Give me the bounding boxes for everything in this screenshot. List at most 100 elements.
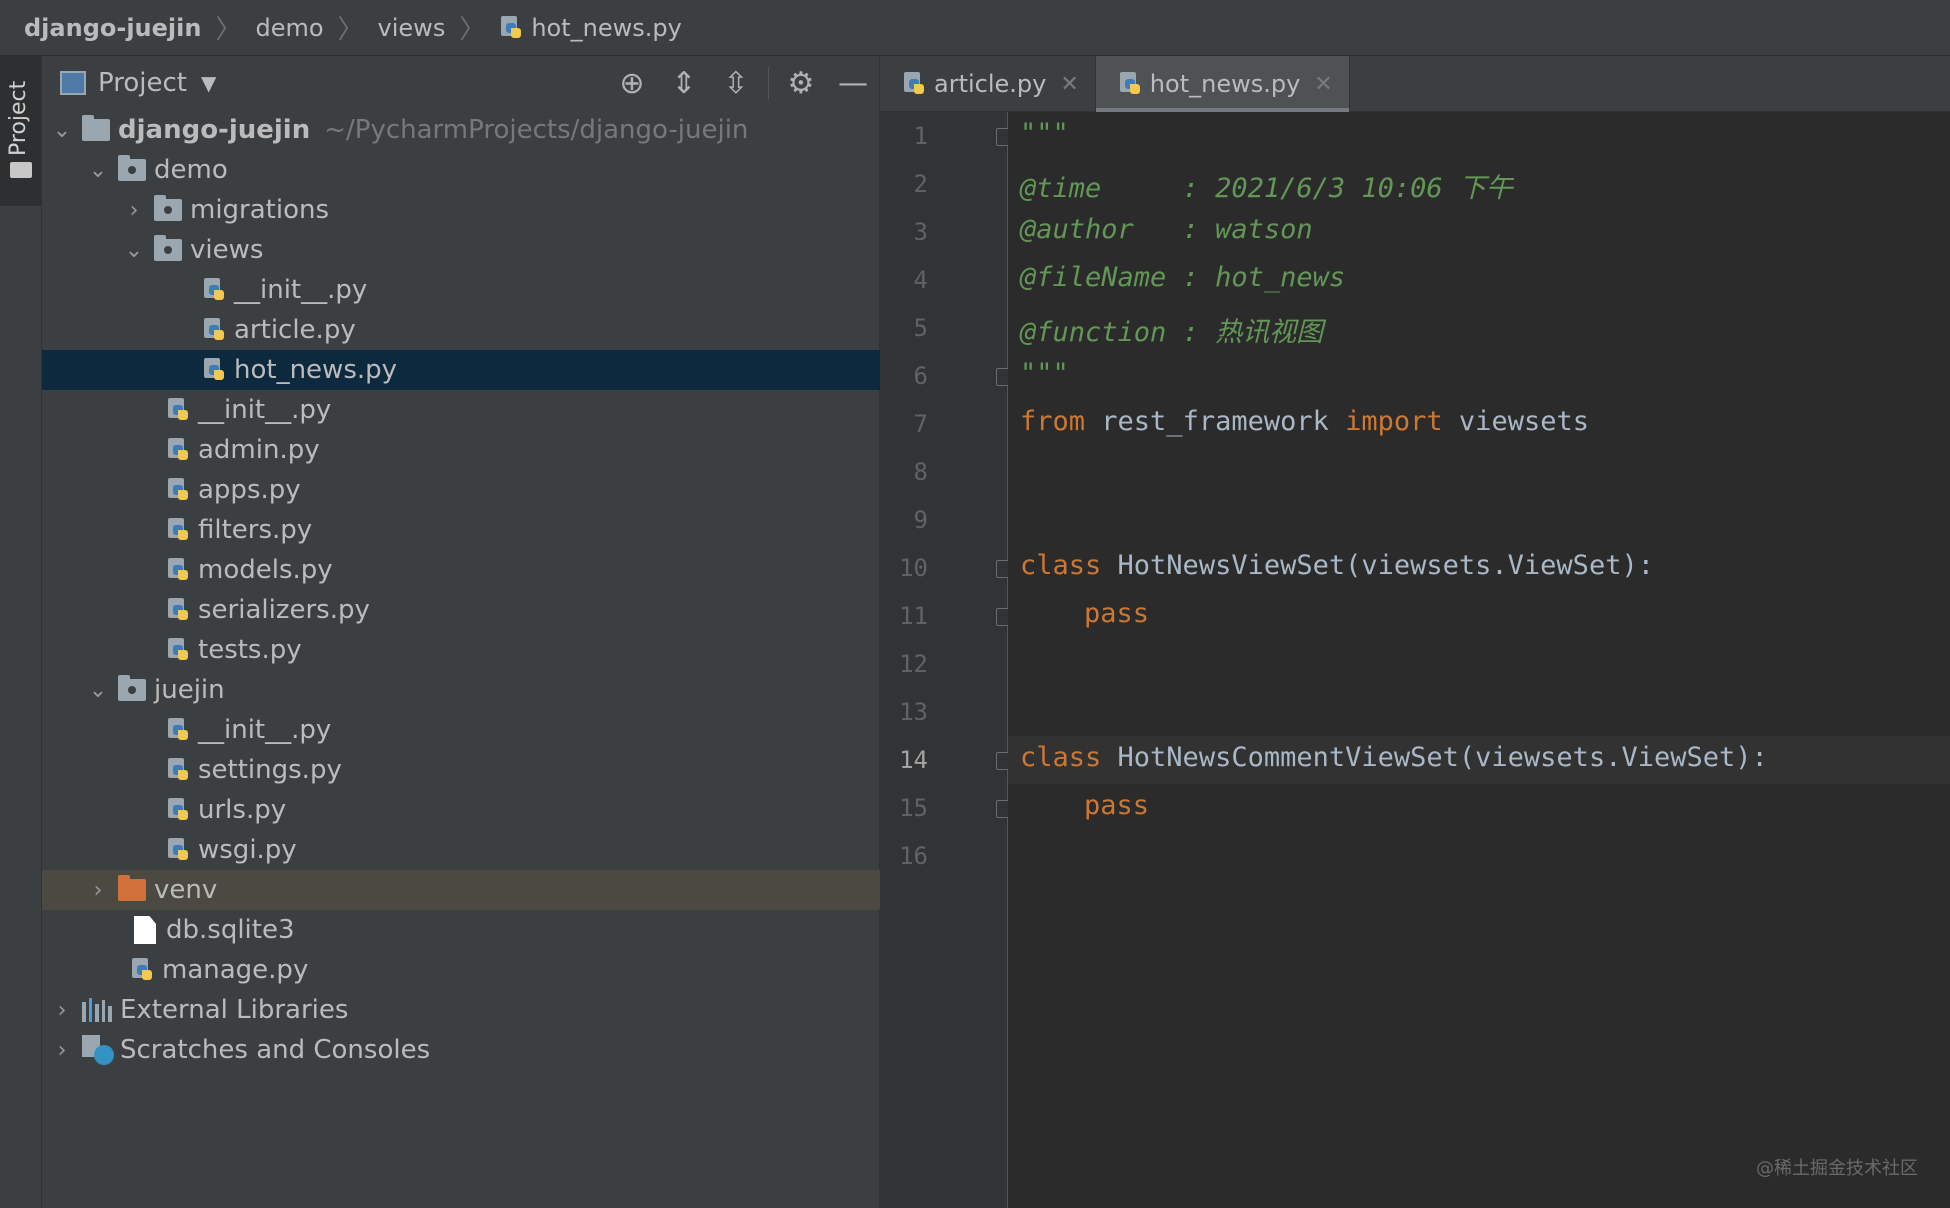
- collapse-all-icon[interactable]: ⇳: [710, 56, 762, 110]
- code-line-14: class HotNewsCommentViewSet(viewsets.Vie…: [1020, 742, 1768, 773]
- tree-item-tests[interactable]: tests.py: [42, 630, 880, 670]
- chevron-down-icon[interactable]: ⌄: [122, 238, 146, 263]
- python-file-icon: [202, 277, 226, 303]
- project-view-selector[interactable]: Project: [98, 68, 187, 98]
- tree-item-external-libraries[interactable]: › External Libraries: [42, 990, 880, 1030]
- package-folder-icon: [154, 235, 182, 261]
- file-icon: [134, 916, 156, 944]
- keyword-class: class: [1020, 550, 1102, 581]
- tree-item-filters[interactable]: filters.py: [42, 510, 880, 550]
- line-number: 12: [899, 650, 928, 678]
- chevron-right-icon[interactable]: ›: [86, 878, 110, 903]
- tree-item-hot-news[interactable]: hot_news.py: [42, 350, 880, 390]
- gear-icon[interactable]: ⚙: [775, 56, 827, 110]
- tree-item-article[interactable]: article.py: [42, 310, 880, 350]
- project-tool-window-button[interactable]: Project: [0, 56, 41, 206]
- minimize-icon[interactable]: —: [827, 56, 879, 110]
- breadcrumb-demo[interactable]: demo: [255, 14, 323, 42]
- chevron-down-icon[interactable]: ⌄: [86, 678, 110, 703]
- code-editor[interactable]: """ @time : 2021/6/3 10:06 下午 @author : …: [1008, 112, 1950, 1208]
- tree-item-label: article.py: [234, 315, 356, 345]
- tree-item-juejin-init[interactable]: __init__.py: [42, 710, 880, 750]
- tree-item-demo[interactable]: ⌄ demo: [42, 150, 880, 190]
- breadcrumb-file[interactable]: hot_news.py: [499, 14, 682, 42]
- chevron-right-icon[interactable]: ›: [50, 998, 74, 1023]
- line-number: 6: [913, 362, 928, 390]
- tree-item-migrations[interactable]: › migrations: [42, 190, 880, 230]
- locate-icon[interactable]: ⊕: [606, 56, 658, 110]
- tree-item-label: hot_news.py: [234, 355, 398, 385]
- line-number: 8: [913, 458, 928, 486]
- tree-item-settings[interactable]: settings.py: [42, 750, 880, 790]
- tree-item-serializers[interactable]: serializers.py: [42, 590, 880, 630]
- chevron-down-icon[interactable]: ⌄: [86, 158, 110, 183]
- line-number: 9: [913, 506, 928, 534]
- tree-item-urls[interactable]: urls.py: [42, 790, 880, 830]
- tree-item-label: urls.py: [198, 795, 287, 825]
- chevron-right-icon[interactable]: ›: [50, 1038, 74, 1063]
- tree-item-models[interactable]: models.py: [42, 550, 880, 590]
- close-icon[interactable]: ✕: [1060, 72, 1078, 97]
- python-file-icon: [166, 557, 190, 583]
- tree-item-db[interactable]: db.sqlite3: [42, 910, 880, 950]
- folder-icon: [82, 115, 110, 141]
- code-line-5: @function : 热讯视图: [1020, 317, 1324, 348]
- tree-item-django-juejin[interactable]: ⌄ django-juejin ~/PycharmProjects/django…: [42, 110, 880, 150]
- tab-article[interactable]: article.py ✕: [880, 56, 1096, 112]
- tree-item-juejin[interactable]: ⌄ juejin: [42, 670, 880, 710]
- tree-item-views[interactable]: ⌄ views: [42, 230, 880, 270]
- class-definition: HotNewsViewSet(viewsets.ViewSet):: [1101, 550, 1654, 581]
- expand-all-icon[interactable]: ⇕: [658, 56, 710, 110]
- tree-item-label: apps.py: [198, 475, 301, 505]
- chevron-down-icon[interactable]: ⌄: [50, 118, 74, 143]
- line-number: 4: [913, 266, 928, 294]
- code-line-2: @time : 2021/6/3 10:06 下午: [1020, 173, 1513, 204]
- toolbar-divider: [768, 67, 769, 99]
- tool-window-stripe: Project: [0, 56, 42, 1208]
- tree-item-label: __init__.py: [234, 275, 368, 305]
- tree-item-label: models.py: [198, 555, 333, 585]
- tree-item-manage[interactable]: manage.py: [42, 950, 880, 990]
- tree-item-label: __init__.py: [198, 395, 332, 425]
- folder-icon: [10, 162, 32, 178]
- tree-item-label: venv: [154, 875, 218, 905]
- code-line-3: @author : watson: [1020, 214, 1313, 245]
- tree-item-admin[interactable]: admin.py: [42, 430, 880, 470]
- line-number: 15: [899, 794, 928, 822]
- python-file-icon: [166, 637, 190, 663]
- tab-hot-news[interactable]: hot_news.py ✕: [1095, 56, 1350, 112]
- editor-gutter[interactable]: 1 2 3 4 5 6 7 8 9 10 11 12 13 14 15 16: [880, 112, 1014, 1208]
- project-panel: Project ▼ ⊕ ⇕ ⇳ ⚙ — ⌄ django-juejin ~/Py…: [42, 56, 880, 1208]
- line-number: 7: [913, 410, 928, 438]
- close-icon[interactable]: ✕: [1314, 72, 1332, 97]
- line-number: 3: [913, 218, 928, 246]
- tree-item-label: juejin: [154, 675, 225, 705]
- python-file-icon: [166, 837, 190, 863]
- breadcrumb-root[interactable]: django-juejin: [24, 14, 201, 42]
- tree-item-label: wsgi.py: [198, 835, 297, 865]
- dropdown-caret-icon[interactable]: ▼: [201, 71, 216, 95]
- tree-item-views-init[interactable]: __init__.py: [42, 270, 880, 310]
- python-file-icon: [130, 957, 154, 983]
- project-tree: ⌄ django-juejin ~/PycharmProjects/django…: [42, 110, 880, 1070]
- tree-item-demo-init[interactable]: __init__.py: [42, 390, 880, 430]
- editor-tabs: article.py ✕ hot_news.py ✕: [880, 56, 1950, 112]
- tree-item-label: serializers.py: [198, 595, 370, 625]
- tree-item-label: migrations: [190, 195, 330, 225]
- tree-item-wsgi[interactable]: wsgi.py: [42, 830, 880, 870]
- package-folder-icon: [118, 675, 146, 701]
- tree-item-venv[interactable]: › venv: [42, 870, 880, 910]
- class-definition: HotNewsCommentViewSet(viewsets.ViewSet):: [1101, 742, 1768, 773]
- python-file-icon: [499, 15, 523, 41]
- tree-item-apps[interactable]: apps.py: [42, 470, 880, 510]
- tree-item-scratches[interactable]: › Scratches and Consoles: [42, 1030, 880, 1070]
- chevron-right-icon[interactable]: ›: [122, 198, 146, 223]
- line-number: 10: [899, 554, 928, 582]
- module-name: rest_framework: [1085, 406, 1346, 437]
- code-line-10: class HotNewsViewSet(viewsets.ViewSet):: [1020, 550, 1654, 581]
- excluded-folder-icon: [118, 875, 146, 901]
- tree-item-label: db.sqlite3: [166, 915, 295, 945]
- breadcrumb-views[interactable]: views: [378, 14, 446, 42]
- keyword-class: class: [1020, 742, 1102, 773]
- tree-item-path: ~/PycharmProjects/django-juejin: [324, 115, 749, 145]
